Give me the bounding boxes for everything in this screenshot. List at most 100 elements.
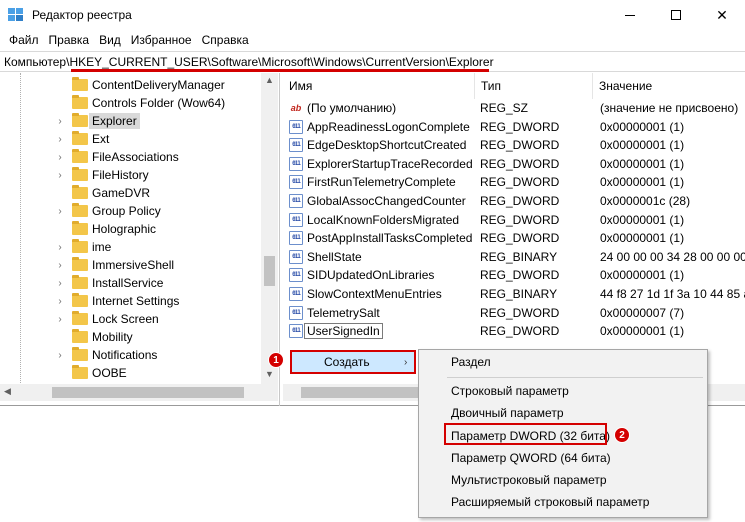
submenu-item-expandable-string[interactable]: Расширяемый строковый параметр bbox=[451, 491, 649, 513]
chevron-right-icon[interactable]: › bbox=[54, 314, 66, 325]
chevron-right-icon[interactable]: › bbox=[54, 206, 66, 217]
tree-vertical-scrollbar[interactable]: ▲ ▼ bbox=[261, 73, 278, 384]
tree-item[interactable]: GameDVR bbox=[54, 184, 150, 202]
folder-icon bbox=[72, 239, 88, 253]
tree-item[interactable]: Controls Folder (Wow64) bbox=[54, 94, 225, 112]
menu-help[interactable]: Справка bbox=[197, 30, 254, 50]
tree-horizontal-scrollbar[interactable]: ◀ bbox=[0, 384, 278, 401]
value-name: PostAppInstallTasksCompleted bbox=[307, 231, 473, 246]
table-row[interactable]: 011 UserSignedIn REG_DWORD 0x00000001 (1) bbox=[283, 322, 745, 340]
tree-item[interactable]: ContentDeliveryManager bbox=[54, 76, 225, 94]
step-badge-2: 2 bbox=[614, 427, 630, 443]
table-row[interactable]: 011 EdgeDesktopShortcutCreated REG_DWORD 0x… bbox=[283, 136, 745, 154]
value-type: REG_DWORD bbox=[480, 119, 560, 134]
binary-value-icon: 011 bbox=[289, 156, 303, 171]
table-row[interactable]: ab (По умолчанию) REG_SZ (значение не присв… bbox=[283, 99, 745, 117]
value-name: LocalKnownFoldersMigrated bbox=[307, 212, 460, 227]
tree-item-label: ContentDeliveryManager bbox=[92, 78, 225, 92]
tree-item[interactable]: › ImmersiveShell bbox=[54, 256, 174, 274]
chevron-right-icon[interactable]: › bbox=[54, 134, 66, 145]
binary-value-icon: 011 bbox=[289, 119, 303, 134]
chevron-right-icon[interactable]: › bbox=[54, 242, 66, 253]
title-bar[interactable]: Редактор реестра ✕ bbox=[0, 0, 745, 30]
tree-item-label: Holographic bbox=[92, 222, 157, 236]
tree-item[interactable]: › Notifications bbox=[54, 346, 157, 364]
value-name: ShellState bbox=[307, 249, 362, 264]
tree-item-label: OOBE bbox=[92, 366, 127, 380]
table-row[interactable]: 011 FirstRunTelemetryComplete REG_DWORD 0x0… bbox=[283, 173, 745, 191]
column-header-name[interactable]: Имя bbox=[283, 73, 475, 99]
tree-item[interactable]: › Explorer bbox=[54, 112, 140, 130]
tree-scroll-thumb[interactable] bbox=[264, 256, 275, 286]
binary-value-icon: 011 bbox=[289, 175, 303, 190]
value-type: REG_DWORD bbox=[480, 194, 560, 208]
table-row[interactable]: 011 GlobalAssocChangedCounter REG_DWORD 0x0… bbox=[283, 192, 745, 210]
tree-item[interactable]: OOBE bbox=[54, 364, 127, 382]
close-button[interactable]: ✕ bbox=[699, 0, 745, 30]
table-row[interactable]: 011 SIDUpdatedOnLibraries REG_DWORD 0x00000… bbox=[283, 266, 745, 284]
submenu-item-binary[interactable]: Двоичный параметр bbox=[451, 402, 564, 424]
chevron-right-icon[interactable]: › bbox=[54, 152, 66, 163]
table-row[interactable]: 011 ShellState REG_BINARY 24 00 00 00 34 28… bbox=[283, 248, 745, 266]
tree-item[interactable]: › FileHistory bbox=[54, 166, 149, 184]
tree-item[interactable]: › ime bbox=[54, 238, 111, 256]
scroll-left-icon[interactable]: ◀ bbox=[4, 386, 11, 397]
folder-icon bbox=[72, 293, 88, 307]
binary-value-icon: 011 bbox=[289, 268, 303, 283]
menu-view[interactable]: Вид bbox=[94, 30, 126, 50]
value-name-cell: 011 ShellState bbox=[289, 249, 362, 264]
submenu-item-multistring[interactable]: Мультистроковый параметр bbox=[451, 469, 607, 491]
table-row[interactable]: 011 LocalKnownFoldersMigrated REG_DWORD 0x0… bbox=[283, 211, 745, 229]
submenu-item-key[interactable]: Раздел bbox=[451, 351, 491, 373]
column-header-type[interactable]: Тип bbox=[475, 73, 593, 99]
table-row[interactable]: 011 AppReadinessLogonComplete REG_DWORD 0x0… bbox=[283, 118, 745, 136]
registry-editor-window: Редактор реестра ✕ Файл Правка Вид Избра… bbox=[0, 0, 745, 406]
value-type: REG_DWORD bbox=[480, 175, 560, 190]
chevron-right-icon[interactable]: › bbox=[54, 278, 66, 289]
chevron-right-icon[interactable]: › bbox=[54, 170, 66, 181]
value-type: REG_SZ bbox=[480, 101, 529, 115]
minimize-button[interactable] bbox=[607, 0, 653, 30]
menu-file[interactable]: Файл bbox=[4, 30, 44, 50]
submenu-item-string[interactable]: Строковый параметр bbox=[451, 380, 569, 402]
chevron-right-icon[interactable]: › bbox=[54, 296, 66, 307]
column-header-value[interactable]: Значение bbox=[593, 73, 745, 99]
binary-value-icon: 011 bbox=[289, 324, 303, 339]
value-type: REG_BINARY bbox=[480, 249, 558, 264]
tree-hscroll-thumb[interactable] bbox=[52, 387, 244, 398]
chevron-right-icon[interactable]: › bbox=[54, 116, 66, 127]
binary-value-icon: 011 bbox=[289, 231, 303, 246]
tree-item[interactable]: › FileAssociations bbox=[54, 148, 179, 166]
maximize-button[interactable] bbox=[653, 0, 699, 30]
table-row[interactable]: 011 PostAppInstallTasksCompleted REG_DWORD… bbox=[283, 229, 745, 247]
folder-icon bbox=[72, 203, 88, 217]
tree-item[interactable]: › Lock Screen bbox=[54, 310, 159, 328]
submenu-item-qword[interactable]: Параметр QWORD (64 бита) bbox=[451, 447, 611, 469]
value-type: REG_BINARY bbox=[480, 287, 558, 301]
scroll-up-icon[interactable]: ▲ bbox=[265, 75, 274, 85]
tree-item-label: Group Policy bbox=[92, 204, 161, 218]
tree-item[interactable]: Mobility bbox=[54, 328, 133, 346]
menu-edit[interactable]: Правка bbox=[44, 30, 95, 50]
value-name-cell: 011 PostAppInstallTasksCompleted bbox=[289, 231, 473, 246]
chevron-right-icon[interactable]: › bbox=[54, 260, 66, 271]
string-value-icon: ab bbox=[289, 101, 303, 115]
tree-item-label: ImmersiveShell bbox=[92, 258, 175, 272]
tree-item[interactable]: › Internet Settings bbox=[54, 292, 179, 310]
value-data: 24 00 00 00 34 28 00 00 00 00 bbox=[600, 249, 745, 264]
tree-item[interactable]: › InstallService bbox=[54, 274, 163, 292]
table-row[interactable]: 011 ExplorerStartupTraceRecorded REG_DWORD… bbox=[283, 155, 745, 173]
table-row[interactable]: 011 TelemetrySalt REG_DWORD 0x00000007 (7) bbox=[283, 304, 745, 322]
value-data: 44 f8 27 1d 1f 3a 10 44 85 ac bbox=[600, 287, 745, 301]
scroll-down-icon[interactable]: ▼ bbox=[265, 369, 274, 379]
tree-item[interactable]: Holographic bbox=[54, 220, 156, 238]
tree-item[interactable]: › Ext bbox=[54, 130, 109, 148]
value-name[interactable]: UserSignedIn bbox=[304, 323, 383, 340]
context-menu-create[interactable]: Создать › bbox=[290, 350, 416, 374]
menu-favorites[interactable]: Избранное bbox=[126, 30, 197, 50]
table-row[interactable]: 011 SlowContextMenuEntries REG_BINARY 44 f8… bbox=[283, 285, 745, 303]
value-name: FirstRunTelemetryComplete bbox=[307, 175, 456, 190]
tree-item[interactable]: › Group Policy bbox=[54, 202, 161, 220]
chevron-right-icon[interactable]: › bbox=[54, 350, 66, 361]
value-name-cell: 011 FirstRunTelemetryComplete bbox=[289, 175, 456, 190]
